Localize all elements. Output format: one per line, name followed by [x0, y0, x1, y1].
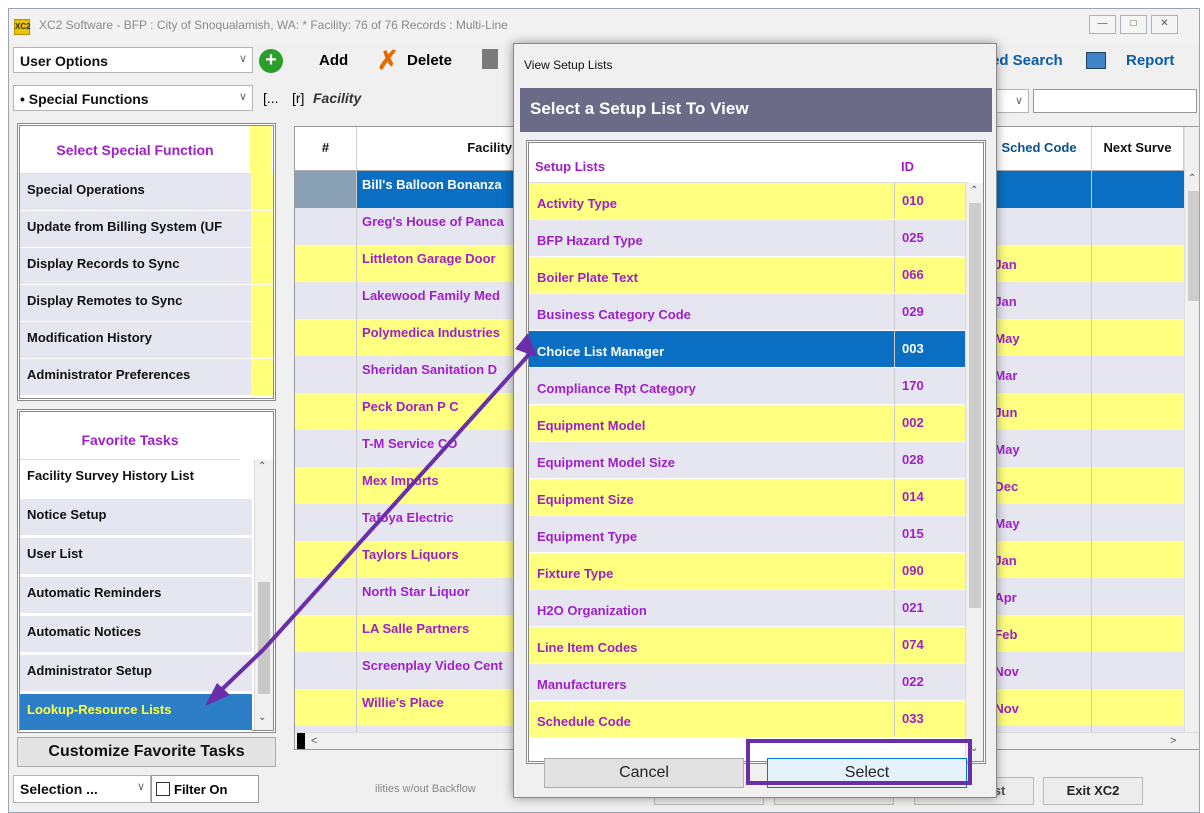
annotation-arrow-icon: [205, 333, 537, 706]
app-window: XC2 XC2 Software - BFP : City of Snoqual…: [8, 8, 1200, 813]
